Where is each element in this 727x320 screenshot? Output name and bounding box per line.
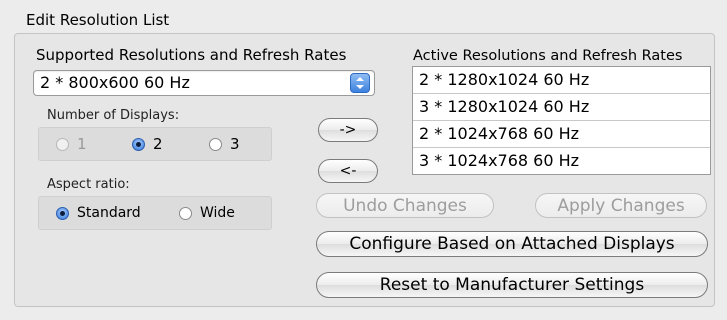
list-item[interactable]: 2 * 1024x768 60 Hz <box>413 120 710 147</box>
list-item[interactable]: 3 * 1024x768 60 Hz <box>413 147 710 174</box>
aspect-ratio-box: Standard Wide <box>38 196 272 230</box>
supported-resolutions-popup[interactable]: 2 * 800x600 60 Hz <box>33 70 375 96</box>
aspect-ratio-label: Aspect ratio: <box>47 177 130 192</box>
reset-manufacturer-settings-button[interactable]: Reset to Manufacturer Settings <box>316 272 708 298</box>
aspect-radio-standard[interactable]: Standard <box>56 205 141 221</box>
supported-resolutions-label: Supported Resolutions and Refresh Rates <box>36 46 347 64</box>
displays-radio-2-label: 2 <box>153 135 163 153</box>
radio-button-selected-icon <box>132 137 145 151</box>
aspect-radio-standard-label: Standard <box>77 205 141 221</box>
configure-attached-displays-button[interactable]: Configure Based on Attached Displays <box>316 231 708 257</box>
add-resolution-button[interactable]: -> <box>318 118 378 142</box>
number-of-displays-box: 1 2 3 <box>38 127 272 161</box>
apply-changes-button[interactable]: Apply Changes <box>535 193 707 218</box>
active-resolutions-list[interactable]: 2 * 1280x1024 60 Hz 3 * 1280x1024 60 Hz … <box>412 66 711 175</box>
remove-resolution-button[interactable]: <- <box>318 159 378 183</box>
supported-resolutions-selected: 2 * 800x600 60 Hz <box>40 73 190 92</box>
displays-radio-3-label: 3 <box>230 135 240 153</box>
popup-stepper-icon <box>350 73 370 93</box>
panel-title: Edit Resolution List <box>26 11 170 29</box>
undo-changes-button[interactable]: Undo Changes <box>316 193 494 218</box>
displays-radio-3[interactable]: 3 <box>209 135 240 153</box>
displays-radio-1[interactable]: 1 <box>56 135 87 153</box>
radio-button-icon <box>209 137 222 151</box>
list-item[interactable]: 2 * 1280x1024 60 Hz <box>413 67 710 93</box>
active-resolutions-label: Active Resolutions and Refresh Rates <box>413 48 683 64</box>
aspect-radio-wide-label: Wide <box>200 205 235 221</box>
radio-button-icon <box>179 206 192 220</box>
list-item[interactable]: 3 * 1280x1024 60 Hz <box>413 93 710 120</box>
number-of-displays-label: Number of Displays: <box>47 108 180 123</box>
displays-radio-1-label: 1 <box>77 135 87 153</box>
displays-radio-2[interactable]: 2 <box>132 135 163 153</box>
radio-button-icon <box>56 137 69 151</box>
aspect-radio-wide[interactable]: Wide <box>179 205 235 221</box>
radio-button-selected-icon <box>56 206 69 220</box>
